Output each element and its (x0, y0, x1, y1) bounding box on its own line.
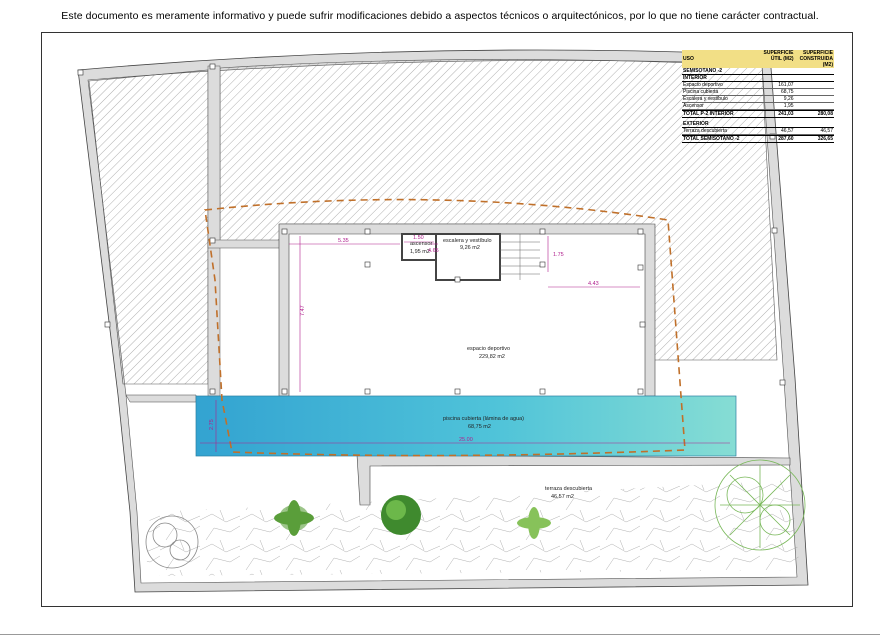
hatched-zone-left (88, 69, 209, 385)
bottom-rule (0, 634, 880, 635)
ascensor-area: 1,95 m2 (410, 249, 430, 255)
table-row: Espacio deportivo 161,07 (682, 82, 834, 89)
ascensor-label: ascensor (410, 241, 432, 247)
table-row: Escalera y vestíbulo 9,26 (682, 96, 834, 103)
terrace-left-wall (125, 394, 197, 403)
dim-275: 2.75 (209, 419, 215, 430)
interior-header: INTERIOR (682, 75, 834, 82)
dim-747: 7.47 (300, 305, 306, 316)
escalera-label: escalera y vestíbulo (443, 238, 492, 244)
exterior-header: EXTERIOR (682, 121, 834, 128)
piscina-area: 68,75 m2 (468, 424, 491, 430)
row-uso: Escalera y vestíbulo (683, 96, 728, 102)
dim-465: 4.65 (428, 248, 439, 254)
pool (195, 395, 737, 457)
row-construida: 46,57 (820, 128, 833, 134)
row-uso: Terraza descubierta (683, 128, 727, 134)
row-util: 68,75 (781, 89, 794, 95)
row-util: 46,57 (781, 128, 794, 134)
terraza-area: 46,57 m2 (551, 494, 574, 500)
grand-total-util: 287,60 (778, 136, 794, 142)
total-uso: TOTAL P-2 INTERIOR (683, 111, 734, 117)
terraza-label: terraza descubierta (545, 486, 593, 492)
interior-total-row: TOTAL P-2 INTERIOR 241,03 280,08 (682, 110, 834, 118)
row-uso: Piscina cubierta (683, 89, 719, 95)
escalera-area: 9,26 m2 (460, 245, 480, 251)
row-construida (794, 103, 834, 109)
table-row: Piscina cubierta 68,75 (682, 89, 834, 96)
deportivo-area: 229,82 m2 (479, 354, 505, 360)
row-uso: Espacio deportivo (683, 82, 723, 88)
deportivo-label: espacio deportivo (467, 346, 510, 352)
total-util: 241,03 (778, 111, 794, 117)
area-table: USO SUPERFICIE ÚTIL (M2) SUPERFICIE CONS… (682, 50, 834, 143)
piscina-label: piscina cubierta (lámina de agua) (443, 416, 524, 422)
row-construida (794, 96, 834, 102)
row-util: 1,95 (783, 103, 794, 109)
row-util: 161,07 (778, 82, 794, 88)
row-construida (794, 89, 834, 95)
level-row: SEMISOTANO -2 (682, 68, 834, 75)
col-uso: USO (683, 56, 694, 62)
wall-segment (207, 239, 284, 249)
table-row: Terraza descubierta 46,57 46,57 (682, 128, 834, 135)
col-construida: SUPERFICIE CONSTRUIDA (M2) (799, 50, 833, 68)
row-uso: Ascensor (683, 103, 704, 109)
col-util: SUPERFICIE ÚTIL (M2) (763, 50, 794, 62)
total-construida: 280,08 (817, 111, 833, 117)
dim-2500: 25.00 (459, 437, 473, 443)
table-header: USO SUPERFICIE ÚTIL (M2) SUPERFICIE CONS… (682, 50, 834, 68)
shrub-icon (381, 495, 421, 535)
table-row: Ascensor 1,95 (682, 103, 834, 110)
dim-535: 5.35 (338, 238, 349, 244)
grand-total-construida: 326,65 (817, 136, 833, 142)
exterior-label: EXTERIOR (683, 121, 709, 127)
grand-total-uso: TOTAL SEMISOTANO -2 (683, 136, 740, 142)
row-construida (794, 82, 834, 88)
dim-150: 1.50 (413, 235, 424, 241)
dim-443: 4.43 (588, 281, 599, 287)
interior-label: INTERIOR (683, 75, 707, 81)
row-util: 9,26 (783, 96, 794, 102)
dim-175: 1.75 (553, 252, 564, 258)
grand-total-row: TOTAL SEMISOTANO -2 287,60 326,65 (682, 135, 834, 143)
level-label: SEMISOTANO -2 (683, 68, 723, 74)
